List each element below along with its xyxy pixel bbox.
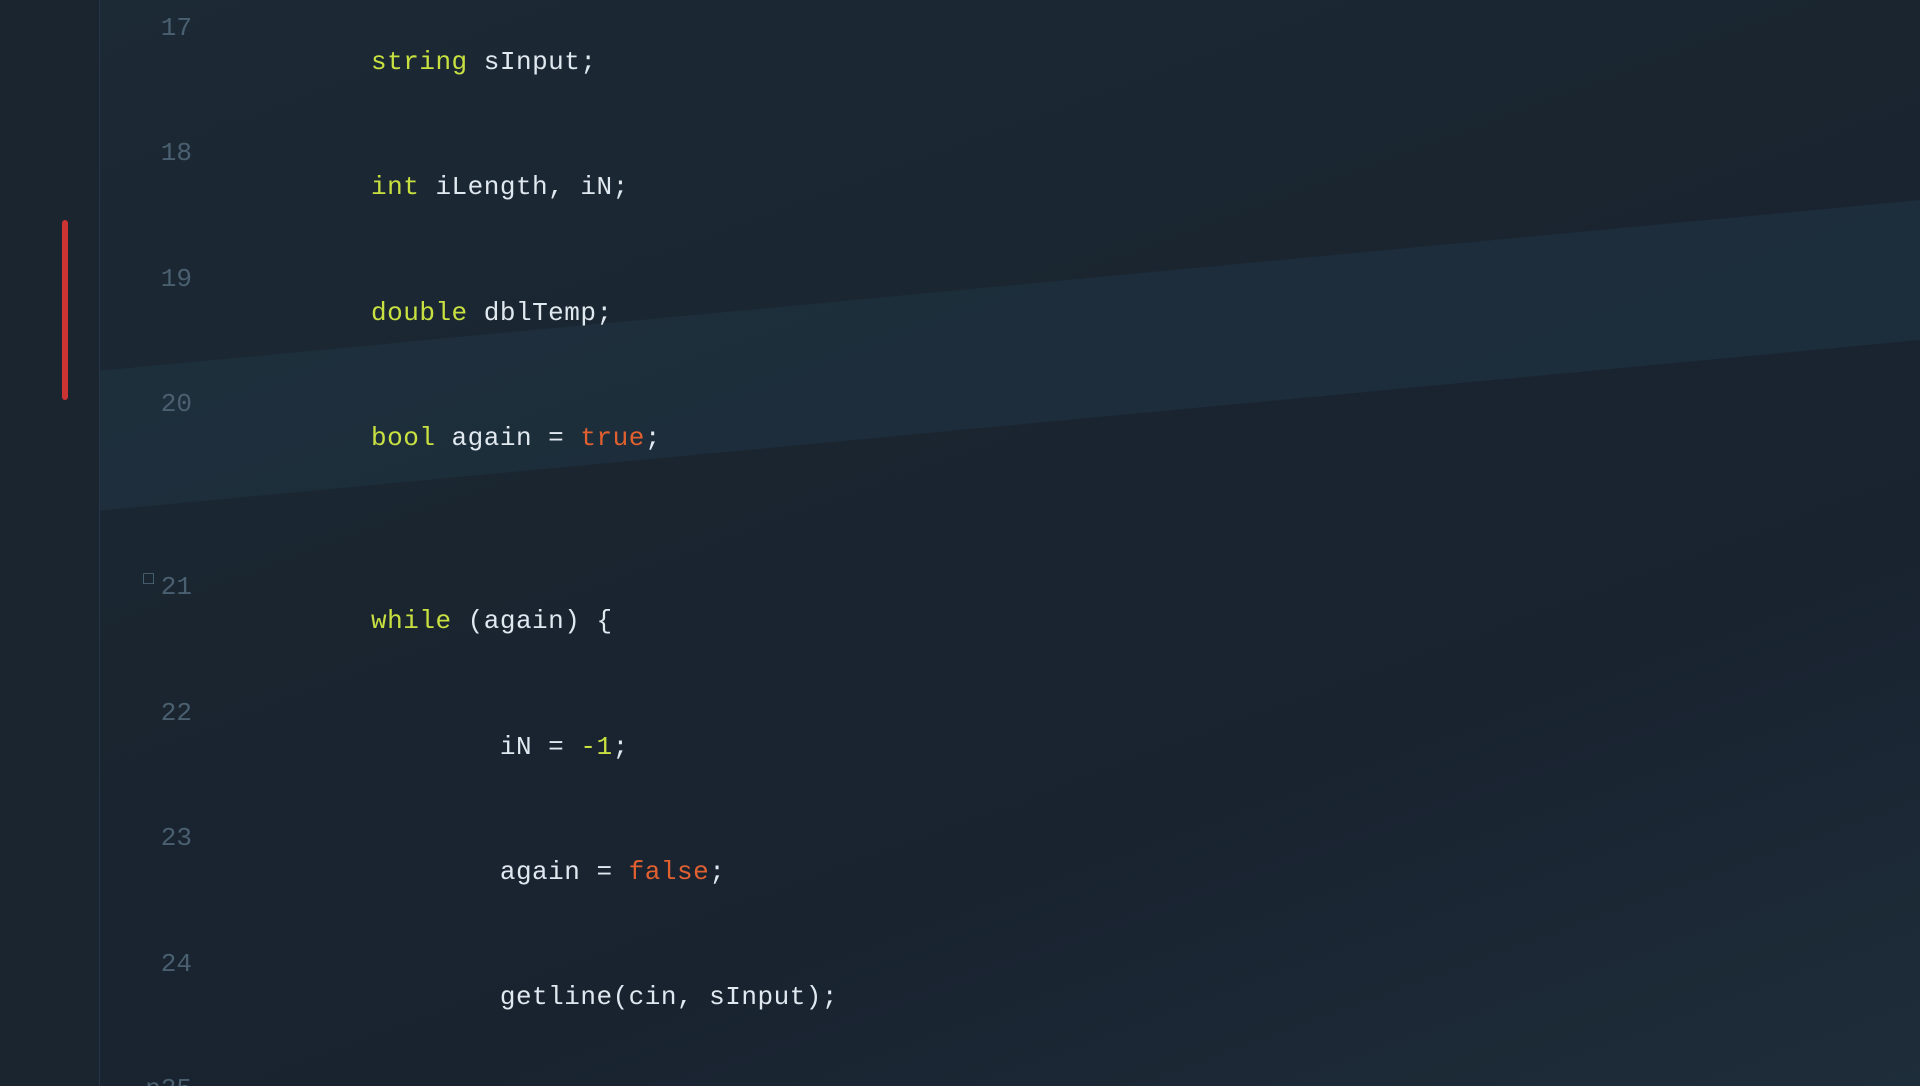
line-content-18: int iLength, iN; bbox=[210, 125, 629, 250]
keyword-double: double bbox=[371, 298, 468, 328]
line-number-18: 18 bbox=[120, 125, 210, 171]
bool-false-1: false bbox=[629, 857, 710, 887]
scrollbar-thumb[interactable] bbox=[62, 220, 68, 400]
line-number-20: 20 bbox=[120, 376, 210, 422]
code-line-18: 18 int iLength, iN; bbox=[120, 125, 1920, 250]
code-line-19: 19 double dblTemp; bbox=[120, 251, 1920, 376]
code-lines: 17 string sInput; 18 int iLength, iN; 19… bbox=[120, 0, 1920, 1086]
line-number-21: 21 bbox=[120, 559, 210, 605]
keyword-int: int bbox=[371, 172, 419, 202]
line-content-22: iN = -1; bbox=[210, 685, 629, 810]
code-text: ; bbox=[613, 732, 629, 762]
code-area: 17 string sInput; 18 int iLength, iN; 19… bbox=[100, 0, 1920, 1086]
line-content-24: getline(cin, sInput); bbox=[210, 936, 838, 1061]
line-number-19: 19 bbox=[120, 251, 210, 297]
code-text: ; bbox=[645, 423, 661, 453]
code-line-21-while: 21 while (again) { bbox=[120, 559, 1920, 684]
line-content-23: again = false; bbox=[210, 810, 725, 935]
keyword-bool: bool bbox=[371, 423, 435, 453]
gutter bbox=[0, 0, 100, 1086]
scrollbar[interactable] bbox=[62, 0, 68, 1086]
code-text: getline(cin, sInput); bbox=[371, 982, 838, 1012]
line-number-25-sys: p25 bbox=[120, 1061, 210, 1086]
line-content-19: double dblTemp; bbox=[210, 251, 613, 376]
neg-1: -1 bbox=[580, 732, 612, 762]
code-text: again = bbox=[435, 423, 580, 453]
line-content-17: string sInput; bbox=[210, 0, 596, 125]
code-line-24: 24 getline(cin, sInput); bbox=[120, 936, 1920, 1061]
bool-true-1: true bbox=[580, 423, 644, 453]
code-line-22: 22 iN = -1; bbox=[120, 685, 1920, 810]
line-content-blank bbox=[210, 502, 226, 560]
code-line-20: 20 bool again = true; bbox=[120, 376, 1920, 501]
code-text: sInput; bbox=[468, 47, 597, 77]
editor-container: 17 string sInput; 18 int iLength, iN; 19… bbox=[0, 0, 1920, 1086]
code-text: again = bbox=[371, 857, 629, 887]
code-text: ; bbox=[709, 857, 725, 887]
line-content-20: bool again = true; bbox=[210, 376, 661, 501]
keyword-string: string bbox=[371, 47, 468, 77]
line-number-22: 22 bbox=[120, 685, 210, 731]
code-text: (again) { bbox=[452, 606, 613, 636]
code-line-21-blank: 21 bbox=[120, 502, 1920, 560]
line-content-25-sys: system("cls"); bbox=[210, 1061, 725, 1086]
line-number-17: 17 bbox=[120, 0, 210, 46]
code-text: iN = bbox=[371, 732, 580, 762]
line-number-24: 24 bbox=[120, 936, 210, 982]
line-number-23: 23 bbox=[120, 810, 210, 856]
code-line-23: 23 again = false; bbox=[120, 810, 1920, 935]
keyword-while-1: while bbox=[371, 606, 452, 636]
code-line-17: 17 string sInput; bbox=[120, 0, 1920, 125]
code-line-25-sys: p25 system("cls"); bbox=[120, 1061, 1920, 1086]
code-text: iLength, iN; bbox=[419, 172, 628, 202]
code-text: dblTemp; bbox=[468, 298, 613, 328]
line-content-21: while (again) { bbox=[210, 559, 613, 684]
